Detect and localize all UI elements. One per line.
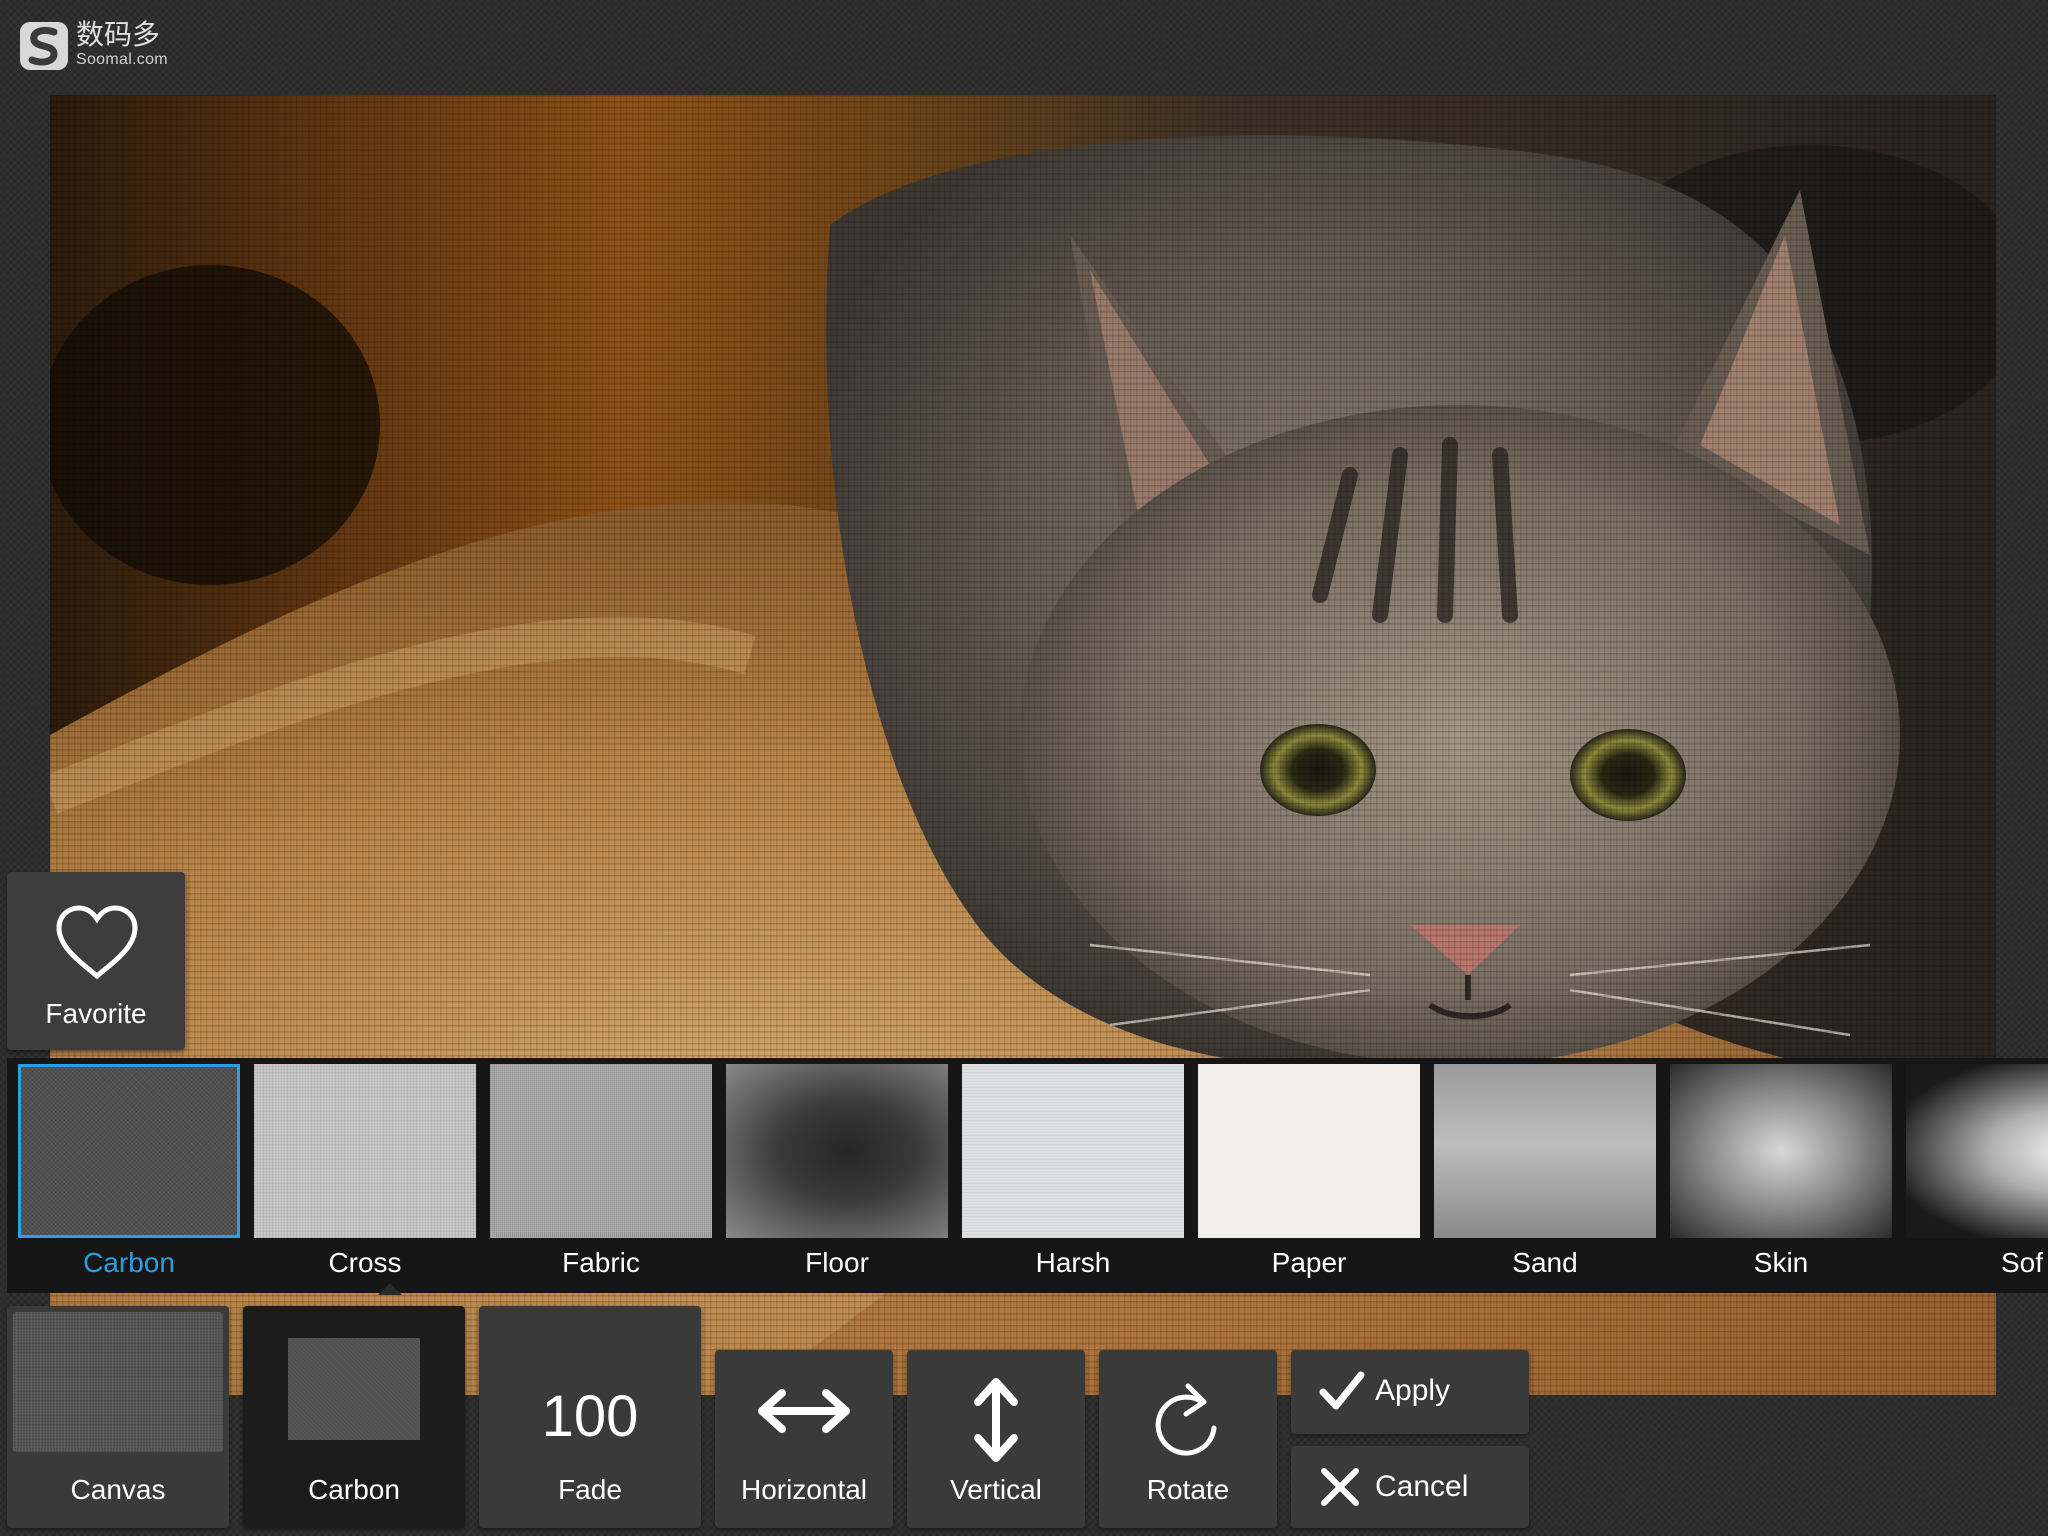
heart-icon	[56, 905, 138, 980]
close-icon	[1321, 1468, 1359, 1506]
fade-label: Fade	[558, 1474, 622, 1505]
canvas-category-button[interactable]: Canvas	[7, 1306, 229, 1528]
watermark-site-text: Soomal.com	[76, 51, 168, 68]
flip-vertical-button[interactable]: Vertical	[907, 1350, 1085, 1528]
vertical-label: Vertical	[950, 1474, 1042, 1505]
canvas-label: Canvas	[70, 1474, 166, 1505]
texture-label: Skin	[1753, 1247, 1809, 1278]
watermark-chinese-text: 数码多	[76, 19, 161, 50]
texture-label: Carbon	[83, 1247, 175, 1278]
texture-label: Fabric	[562, 1247, 640, 1278]
texture-floor[interactable]: Floor	[726, 1064, 948, 1278]
apply-label: Apply	[1375, 1374, 1451, 1407]
texture-swatch	[1906, 1064, 2048, 1238]
texture-swatch	[726, 1064, 948, 1238]
carbon-label: Carbon	[308, 1474, 400, 1505]
fade-value: 100	[541, 1384, 639, 1449]
texture-swatch	[490, 1064, 712, 1238]
canvas-swatch	[13, 1312, 223, 1452]
texture-label: Cross	[328, 1247, 402, 1278]
texture-paper[interactable]: Paper	[1198, 1064, 1420, 1278]
flip-horizontal-button[interactable]: Horizontal	[715, 1350, 893, 1528]
soomal-watermark: 数码多 Soomal.com	[20, 20, 190, 72]
arrows-horizontal-icon	[758, 1389, 850, 1433]
texture-strip[interactable]: Carbon Cross Fabric Floor Harsh Paper Sa…	[7, 1058, 2048, 1293]
texture-skin[interactable]: Skin	[1670, 1064, 1892, 1278]
texture-swatch	[1198, 1064, 1420, 1238]
rotate-clockwise-icon	[1155, 1383, 1217, 1456]
favorite-label: Favorite	[45, 998, 147, 1029]
selection-pointer-icon	[378, 1283, 402, 1295]
texture-label: Sof	[2001, 1247, 2044, 1278]
soomal-logo-icon	[20, 22, 68, 70]
texture-swatch	[1434, 1064, 1656, 1238]
texture-label: Paper	[1271, 1247, 1347, 1278]
carbon-swatch	[288, 1338, 420, 1440]
horizontal-label: Horizontal	[740, 1474, 868, 1505]
apply-button[interactable]: Apply	[1291, 1350, 1529, 1434]
cancel-button[interactable]: Cancel	[1291, 1446, 1529, 1528]
fade-button[interactable]: 100 Fade	[479, 1306, 701, 1528]
texture-fabric[interactable]: Fabric	[490, 1064, 712, 1278]
arrows-vertical-icon	[974, 1378, 1018, 1462]
cancel-label: Cancel	[1375, 1470, 1469, 1503]
texture-swatch	[18, 1064, 240, 1238]
favorite-button[interactable]: Favorite	[7, 872, 185, 1050]
texture-swatch	[254, 1064, 476, 1238]
texture-swatch	[1670, 1064, 1892, 1238]
texture-harsh[interactable]: Harsh	[962, 1064, 1184, 1278]
texture-label: Sand	[1512, 1247, 1578, 1278]
rotate-label: Rotate	[1146, 1474, 1230, 1505]
texture-carbon[interactable]: Carbon	[18, 1064, 240, 1278]
texture-swatch	[962, 1064, 1184, 1238]
checkmark-icon	[1319, 1371, 1365, 1410]
texture-sand[interactable]: Sand	[1434, 1064, 1656, 1278]
carbon-texture-button[interactable]: Carbon	[243, 1306, 465, 1528]
texture-label: Harsh	[1035, 1247, 1111, 1278]
texture-label: Floor	[805, 1247, 869, 1278]
texture-soft[interactable]: Sof	[1906, 1064, 2048, 1278]
rotate-button[interactable]: Rotate	[1099, 1350, 1277, 1528]
texture-cross[interactable]: Cross	[254, 1064, 476, 1278]
